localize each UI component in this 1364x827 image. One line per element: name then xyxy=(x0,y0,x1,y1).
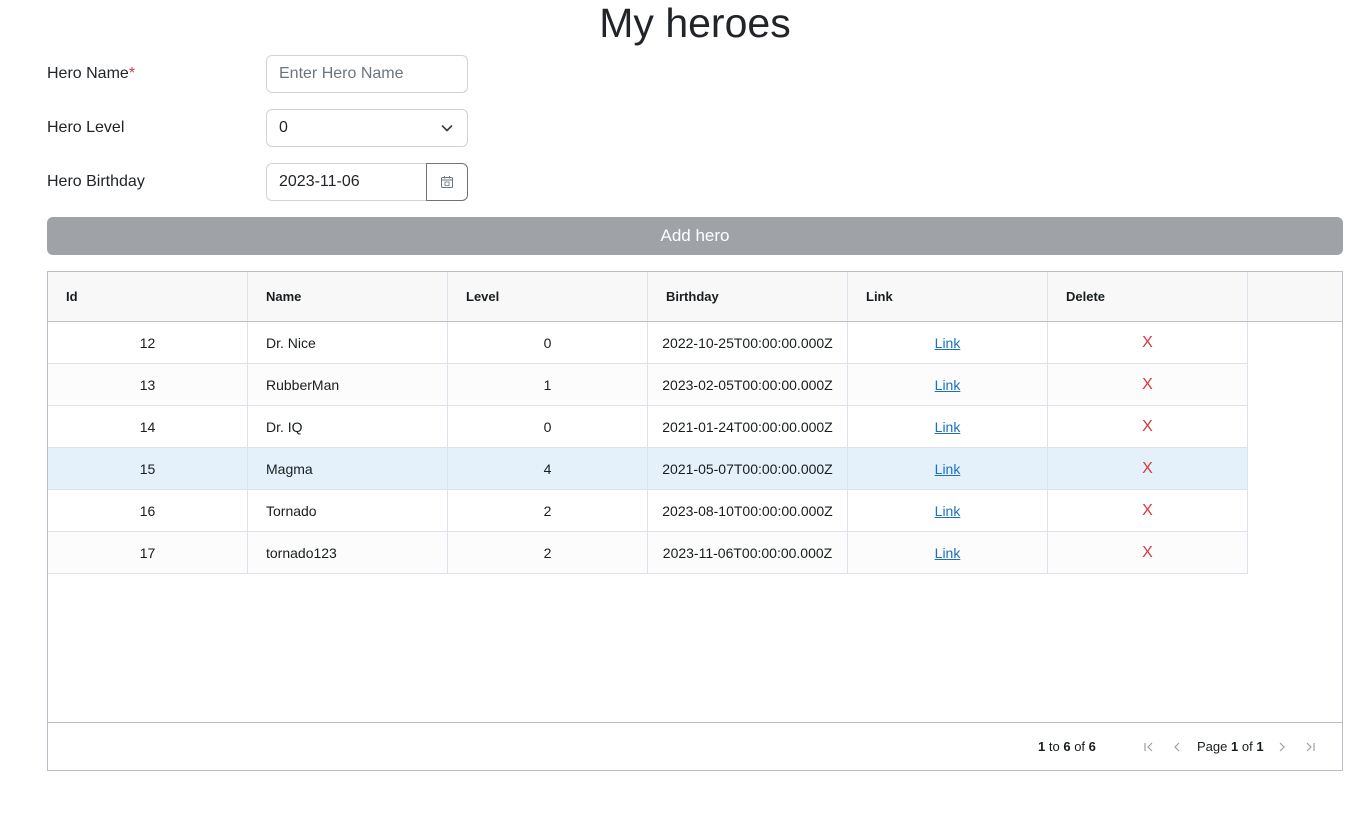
column-header-link[interactable]: Link xyxy=(848,272,1048,321)
delete-button[interactable]: X xyxy=(1142,334,1153,352)
name-cell: Dr. Nice xyxy=(248,322,448,363)
previous-page-icon[interactable] xyxy=(1170,740,1184,754)
row-summary-to-word: to xyxy=(1048,739,1060,754)
hero-birthday-input[interactable]: 2023-11-06 xyxy=(266,163,427,201)
hero-link[interactable]: Link xyxy=(935,377,961,393)
delete-cell: X xyxy=(1048,322,1248,363)
id-cell: 16 xyxy=(48,490,248,531)
birthday-cell: 2023-08-10T00:00:00.000Z xyxy=(648,490,848,531)
hero-link[interactable]: Link xyxy=(935,335,961,351)
birthday-cell: 2023-11-06T00:00:00.000Z xyxy=(648,532,848,573)
grid-header: Id Name Level Birthday Link Delete xyxy=(48,272,1342,322)
level-cell: 4 xyxy=(448,448,648,489)
required-marker: * xyxy=(128,65,136,82)
first-page-icon[interactable] xyxy=(1142,740,1156,754)
pagination-panel: 1 to 6 of 6 Page 1 of 1 xyxy=(48,722,1342,771)
hero-link[interactable]: Link xyxy=(935,503,961,519)
id-cell: 15 xyxy=(48,448,248,489)
id-cell: 17 xyxy=(48,532,248,573)
delete-button[interactable]: X xyxy=(1142,502,1153,520)
delete-cell: X xyxy=(1048,490,1248,531)
row-summary-to: 6 xyxy=(1063,739,1071,754)
column-header-delete[interactable]: Delete xyxy=(1048,272,1248,321)
id-cell: 14 xyxy=(48,406,248,447)
link-cell: Link xyxy=(848,532,1048,573)
hero-level-label: Hero Level xyxy=(47,119,125,136)
hero-birthday-value: 2023-11-06 xyxy=(279,173,360,190)
level-cell: 0 xyxy=(448,322,648,363)
link-cell: Link xyxy=(848,322,1048,363)
delete-cell: X xyxy=(1048,406,1248,447)
birthday-cell: 2021-01-24T00:00:00.000Z xyxy=(648,406,848,447)
delete-cell: X xyxy=(1048,532,1248,573)
table-row[interactable]: 13 RubberMan 1 2023-02-05T00:00:00.000Z … xyxy=(48,364,1248,406)
total-pages: 1 xyxy=(1256,739,1264,754)
page-word: Page xyxy=(1197,739,1228,754)
hero-link[interactable]: Link xyxy=(935,545,961,561)
hero-level-select[interactable]: 0 xyxy=(266,109,468,147)
name-cell: Dr. IQ xyxy=(248,406,448,447)
id-cell: 13 xyxy=(48,364,248,405)
hero-name-label-text: Hero Name xyxy=(47,65,129,82)
calendar-icon xyxy=(441,176,453,188)
hero-name-input[interactable] xyxy=(266,55,468,93)
level-cell: 1 xyxy=(448,364,648,405)
page-title: My heroes xyxy=(599,0,791,46)
level-cell: 2 xyxy=(448,532,648,573)
name-cell: tornado123 xyxy=(248,532,448,573)
hero-name-label: Hero Name* xyxy=(47,64,135,84)
next-page-icon[interactable] xyxy=(1275,740,1289,754)
birthday-cell: 2021-05-07T00:00:00.000Z xyxy=(648,448,848,489)
table-row[interactable]: 12 Dr. Nice 0 2022-10-25T00:00:00.000Z L… xyxy=(48,322,1248,364)
column-header-level[interactable]: Level xyxy=(448,272,648,321)
row-summary: 1 to 6 of 6 xyxy=(1038,739,1096,754)
level-cell: 0 xyxy=(448,406,648,447)
chevron-down-icon xyxy=(441,125,453,132)
heroes-grid: Id Name Level Birthday Link Delete 12 Dr… xyxy=(47,271,1343,771)
last-page-icon[interactable] xyxy=(1303,740,1317,754)
birthday-cell: 2023-02-05T00:00:00.000Z xyxy=(648,364,848,405)
table-row-selected[interactable]: 15 Magma 4 2021-05-07T00:00:00.000Z Link… xyxy=(48,448,1248,490)
column-header-id[interactable]: Id xyxy=(48,272,248,321)
row-summary-from: 1 xyxy=(1038,739,1046,754)
header-filler xyxy=(1248,272,1342,321)
link-cell: Link xyxy=(848,406,1048,447)
level-cell: 2 xyxy=(448,490,648,531)
page-of-word: of xyxy=(1241,739,1253,754)
delete-button[interactable]: X xyxy=(1142,418,1153,436)
delete-cell: X xyxy=(1048,448,1248,489)
name-cell: RubberMan xyxy=(248,364,448,405)
table-row[interactable]: 17 tornado123 2 2023-11-06T00:00:00.000Z… xyxy=(48,532,1248,574)
column-header-birthday[interactable]: Birthday xyxy=(648,272,848,321)
add-hero-button[interactable]: Add hero xyxy=(47,217,1343,255)
hero-link[interactable]: Link xyxy=(935,461,961,477)
calendar-button[interactable] xyxy=(426,163,468,201)
hero-link[interactable]: Link xyxy=(935,419,961,435)
name-cell: Magma xyxy=(248,448,448,489)
delete-button[interactable]: X xyxy=(1142,376,1153,394)
column-header-name[interactable]: Name xyxy=(248,272,448,321)
page-indicator: Page 1 of 1 xyxy=(1197,739,1264,754)
delete-button[interactable]: X xyxy=(1142,460,1153,478)
current-page: 1 xyxy=(1231,739,1239,754)
delete-button[interactable]: X xyxy=(1142,544,1153,562)
hero-birthday-picker: 2023-11-06 xyxy=(266,163,468,201)
hero-birthday-label: Hero Birthday xyxy=(47,173,145,190)
row-summary-total: 6 xyxy=(1088,739,1096,754)
table-row[interactable]: 14 Dr. IQ 0 2021-01-24T00:00:00.000Z Lin… xyxy=(48,406,1248,448)
delete-cell: X xyxy=(1048,364,1248,405)
row-summary-of-word: of xyxy=(1074,739,1086,754)
hero-level-value: 0 xyxy=(279,119,288,136)
table-row[interactable]: 16 Tornado 2 2023-08-10T00:00:00.000Z Li… xyxy=(48,490,1248,532)
grid-body: 12 Dr. Nice 0 2022-10-25T00:00:00.000Z L… xyxy=(48,322,1248,574)
link-cell: Link xyxy=(848,490,1048,531)
id-cell: 12 xyxy=(48,322,248,363)
link-cell: Link xyxy=(848,364,1048,405)
birthday-cell: 2022-10-25T00:00:00.000Z xyxy=(648,322,848,363)
link-cell: Link xyxy=(848,448,1048,489)
name-cell: Tornado xyxy=(248,490,448,531)
